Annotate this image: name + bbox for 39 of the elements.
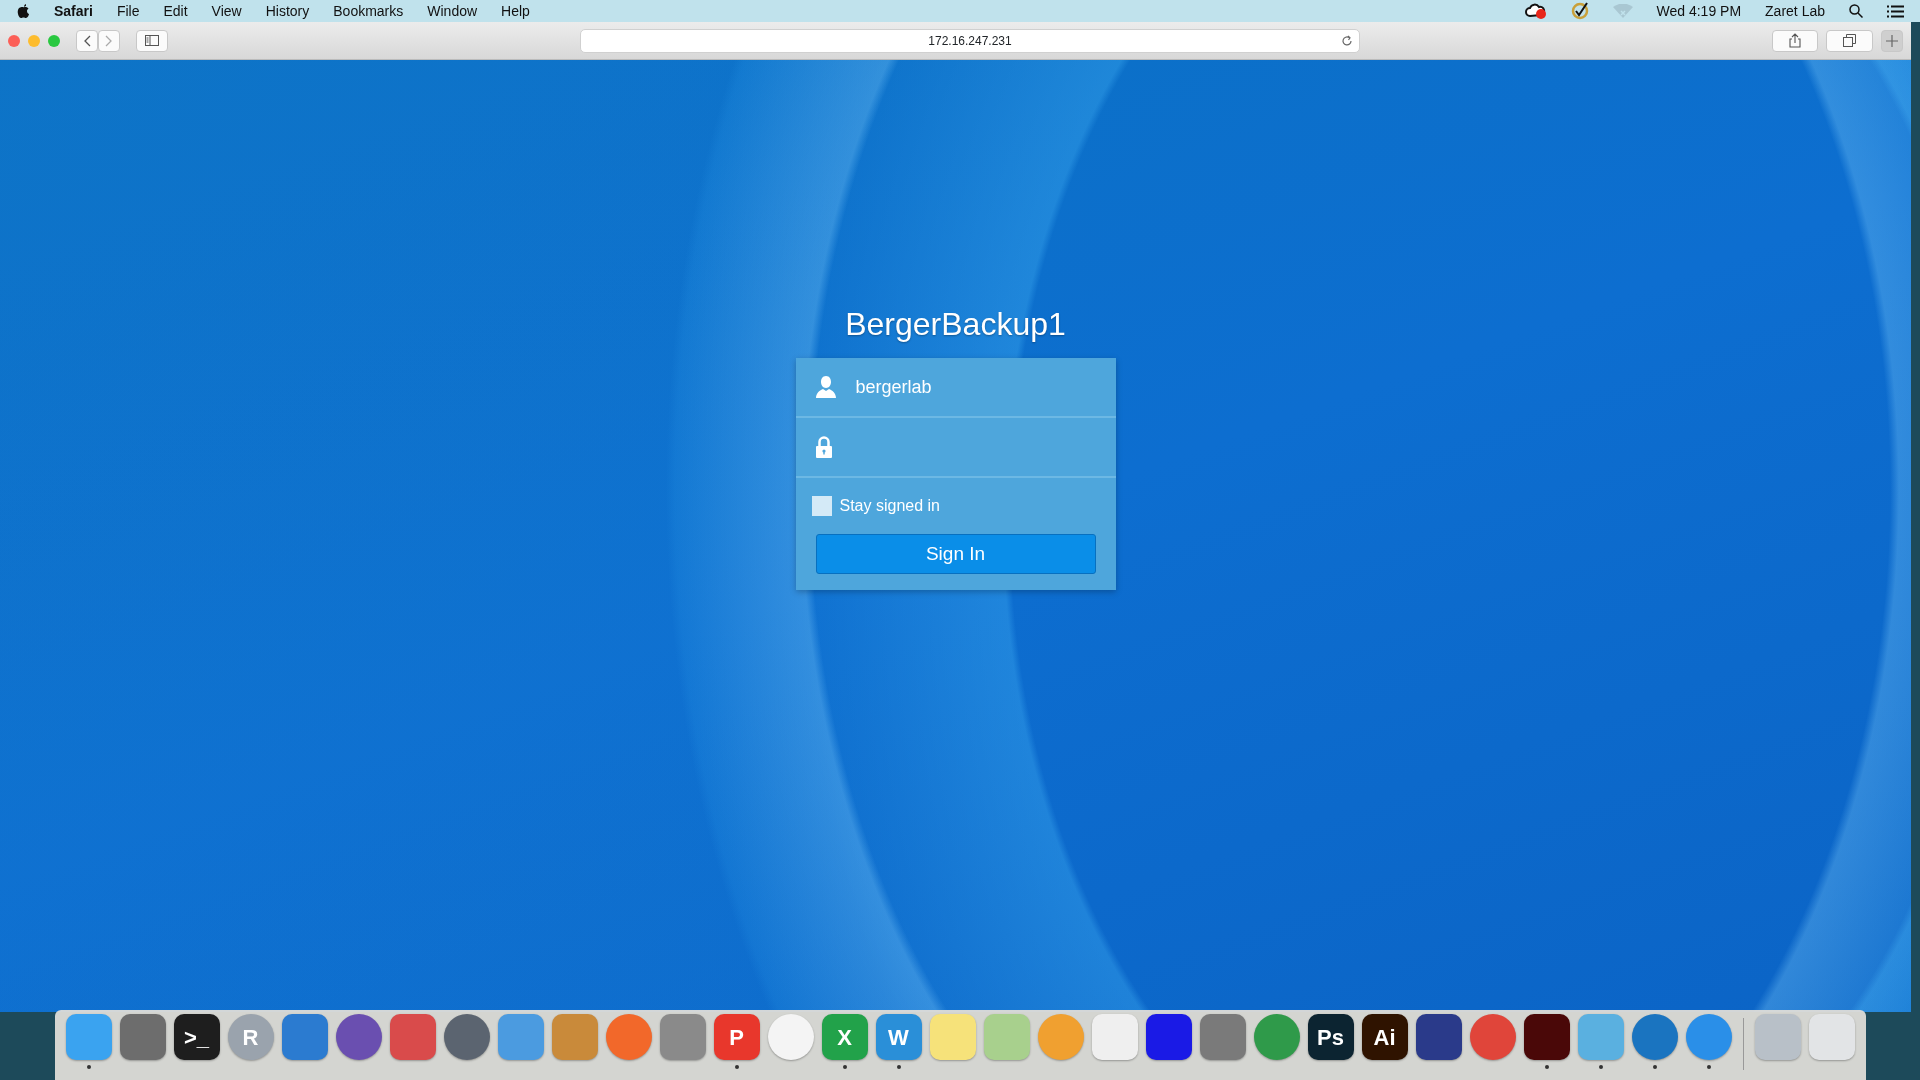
sidebar-icon <box>145 35 159 46</box>
share-icon <box>1789 33 1801 48</box>
checkbox[interactable] <box>811 496 832 516</box>
menu-item[interactable]: Window <box>427 0 478 22</box>
close-button[interactable] <box>8 34 20 47</box>
app-menu[interactable]: Safari <box>54 0 93 22</box>
tabs-button[interactable] <box>1826 29 1873 52</box>
wifi-icon[interactable] <box>1612 4 1633 18</box>
minimize-button[interactable] <box>28 34 40 47</box>
cloud-icon[interactable] <box>1524 3 1547 19</box>
clock[interactable]: Wed 4:19 PM <box>1656 0 1742 22</box>
user-menu[interactable]: Zaret Lab <box>1765 0 1825 22</box>
zoom-button[interactable] <box>48 34 60 47</box>
lock-icon <box>815 436 832 458</box>
menu-item[interactable]: View <box>211 0 242 22</box>
menu-item[interactable]: Bookmarks <box>333 0 404 22</box>
tabs-icon <box>1843 34 1856 47</box>
search-icon[interactable] <box>1849 4 1863 18</box>
plus-icon <box>1886 34 1898 47</box>
list-icon[interactable] <box>1887 4 1904 18</box>
page-title: BergerBackup1 <box>845 305 1066 344</box>
menu-item[interactable]: Edit <box>163 0 188 22</box>
checkmark-icon[interactable] <box>1570 2 1589 20</box>
url-text: 172.16.247.231 <box>928 32 1012 50</box>
menu-item[interactable]: Help <box>501 0 530 22</box>
forward-icon <box>105 34 113 47</box>
share-button[interactable] <box>1772 29 1818 52</box>
menu-item[interactable]: File <box>116 0 140 22</box>
user-icon <box>815 376 836 398</box>
menu-item[interactable]: History <box>265 0 310 22</box>
checkbox-label: Stay signed in <box>839 496 940 516</box>
address-field[interactable]: 172.16.247.231 <box>580 28 1360 53</box>
back-icon <box>83 34 91 47</box>
sidebar-button[interactable] <box>136 29 168 52</box>
reload-icon[interactable] <box>1341 34 1353 47</box>
new-tab-button[interactable] <box>1881 29 1903 52</box>
forward-button[interactable] <box>98 29 120 52</box>
apple-icon[interactable] <box>16 3 30 19</box>
back-button[interactable] <box>76 29 98 52</box>
